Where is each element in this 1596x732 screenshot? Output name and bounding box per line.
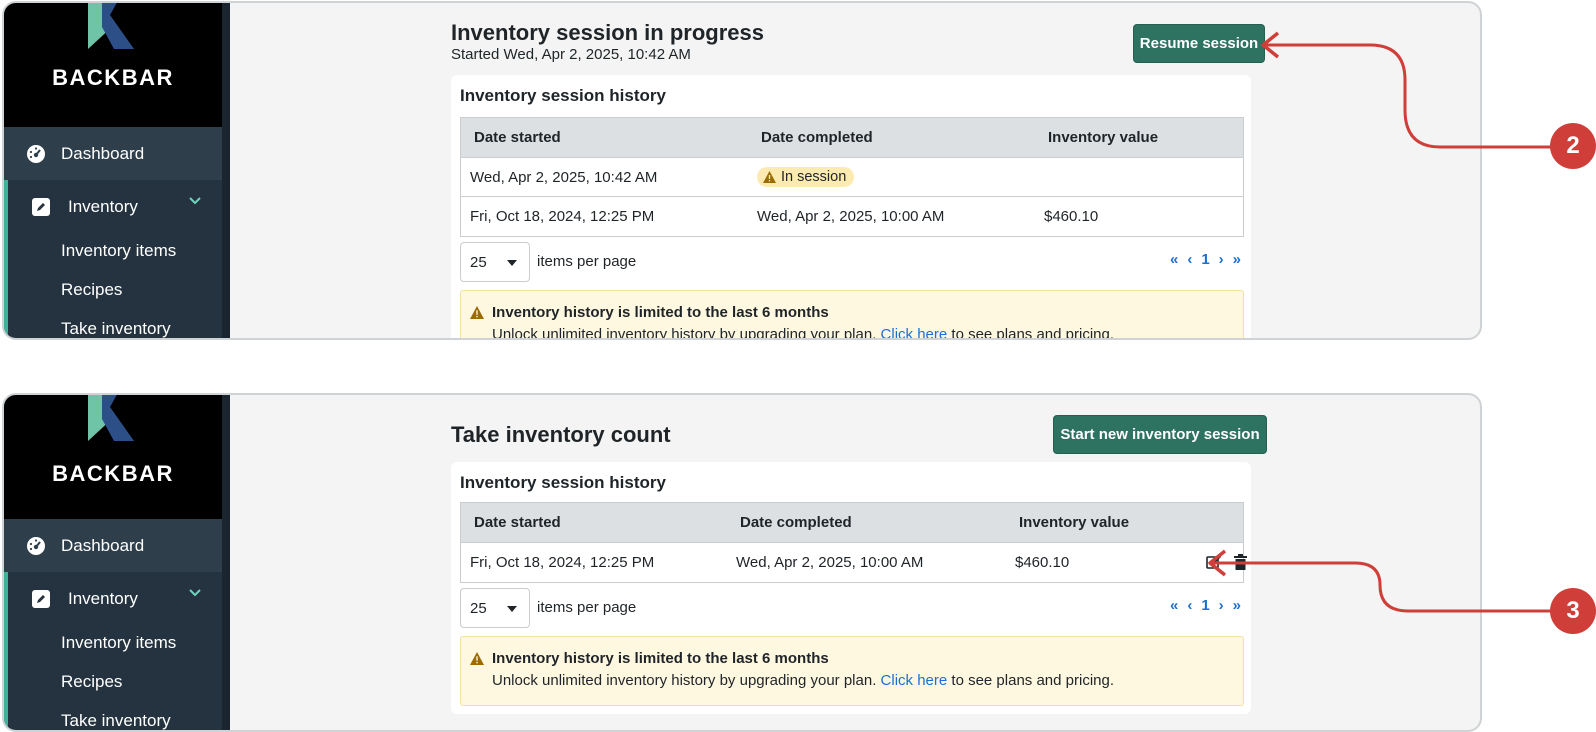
callout-arrows	[1208, 31, 1552, 613]
callout-arrow-3	[1212, 561, 1552, 613]
callout-badge-2: 2	[1550, 123, 1596, 169]
callout-badge-3: 3	[1550, 588, 1596, 634]
callout-arrow-2	[1265, 43, 1552, 149]
